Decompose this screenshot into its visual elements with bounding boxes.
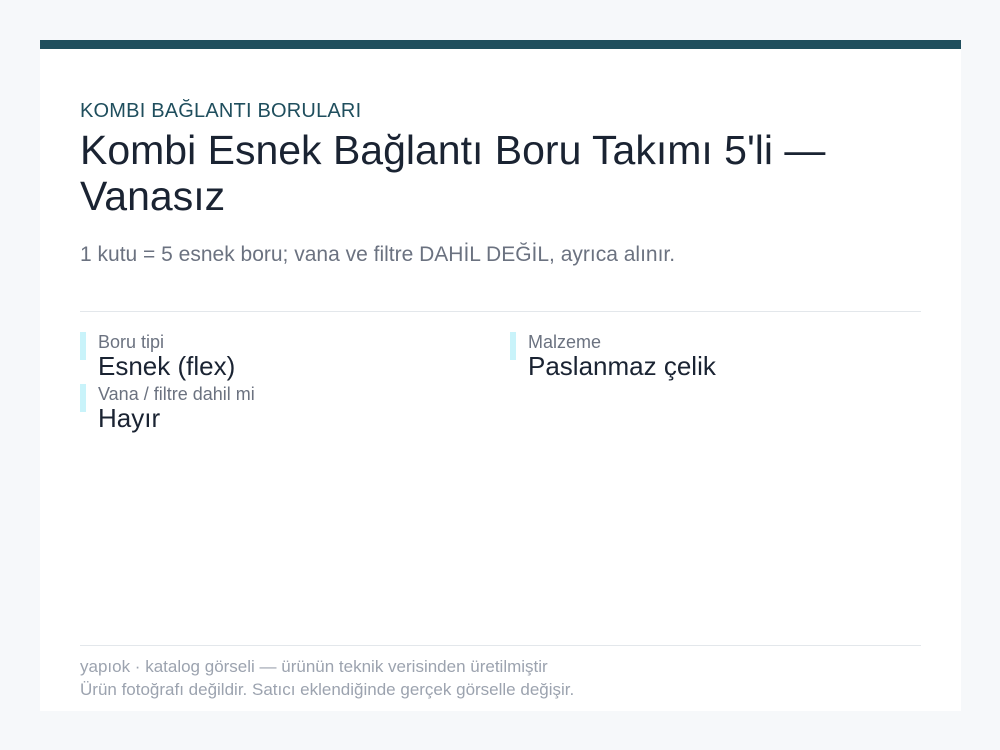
divider	[80, 311, 921, 312]
accent-bar	[40, 40, 961, 49]
spec-item-material: Malzeme Paslanmaz çelik	[510, 332, 910, 384]
spec-marker	[510, 332, 516, 360]
spec-marker	[80, 384, 86, 412]
spec-value: Esnek (flex)	[98, 351, 236, 381]
divider	[80, 645, 921, 646]
spec-label: Vana / filtre dahil mi	[98, 384, 255, 404]
footer-disclaimer: Ürün fotoğrafı değildir. Satıcı eklendiğ…	[80, 680, 575, 699]
product-title: Kombi Esnek Bağlantı Boru Takımı 5'li — …	[80, 127, 826, 219]
category-label: KOMBI BAĞLANTI BORULARI	[80, 100, 362, 122]
spec-value: Hayır	[98, 403, 161, 433]
spec-label: Malzeme	[528, 332, 602, 352]
spec-marker	[80, 332, 86, 360]
spec-item-valve-included: Vana / filtre dahil mi Hayır	[80, 384, 480, 436]
product-card: KOMBI BAĞLANTI BORULARI Kombi Esnek Bağl…	[40, 40, 961, 711]
footer-source-note: yapıok · katalog görseli — ürünün teknik…	[80, 657, 548, 676]
spec-value: Paslanmaz çelik	[528, 351, 716, 381]
product-subtitle: 1 kutu = 5 esnek boru; vana ve filtre DA…	[80, 243, 676, 266]
spec-label: Boru tipi	[98, 332, 165, 352]
spec-item-pipe-type: Boru tipi Esnek (flex)	[80, 332, 480, 384]
